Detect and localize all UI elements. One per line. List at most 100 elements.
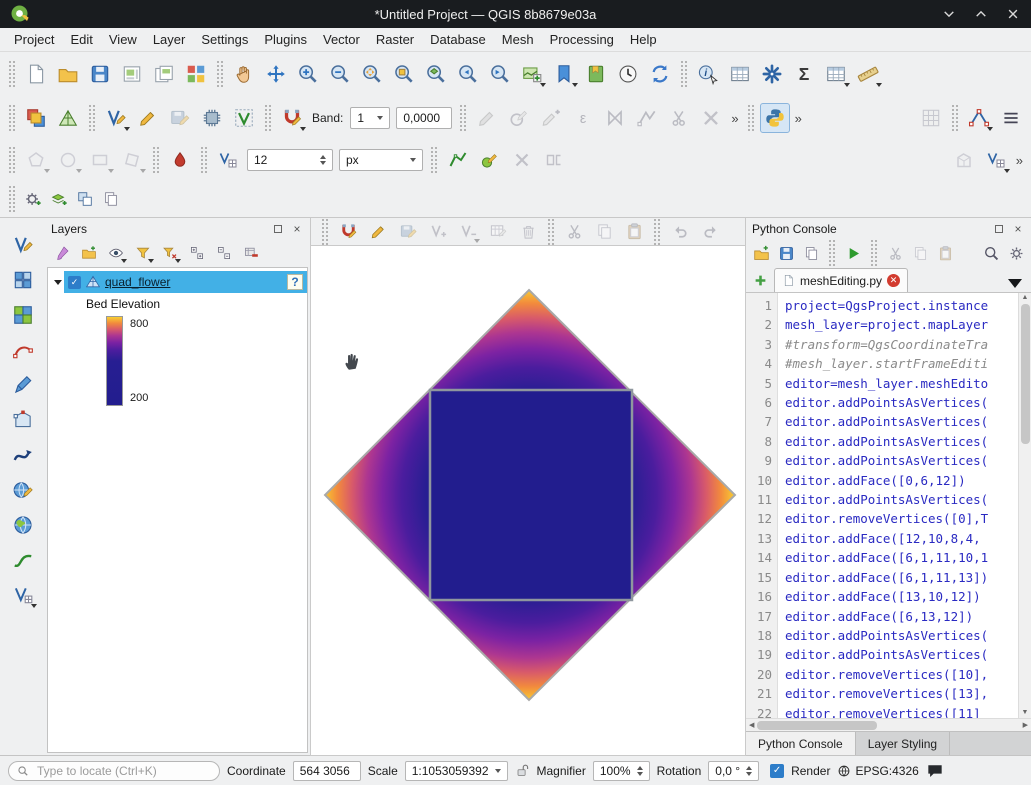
add-polygon-icon[interactable]	[8, 405, 38, 435]
style-manager-icon[interactable]	[181, 59, 211, 89]
code-line[interactable]: editor.addFace([6,1,11,10,1	[785, 548, 1018, 567]
run-script-icon[interactable]	[841, 241, 865, 265]
zoom-last-icon[interactable]	[453, 59, 483, 89]
expander-icon[interactable]	[52, 280, 64, 285]
curve-tool-icon[interactable]	[8, 440, 38, 470]
toolbar-handle[interactable]	[9, 105, 15, 131]
float-panel-button[interactable]	[271, 222, 285, 236]
scrollbar-thumb[interactable]	[757, 721, 877, 730]
tab-menu-icon[interactable]	[1008, 279, 1022, 288]
code-line[interactable]: editor.addPointsAsVertices(	[785, 412, 1018, 431]
digitizing-options-icon[interactable]	[197, 103, 227, 133]
zoom-to-layer-icon[interactable]	[421, 59, 451, 89]
vertex-options-icon[interactable]	[8, 580, 38, 610]
duplicate-layer-icon[interactable]	[73, 187, 97, 211]
layer-indicator-badge[interactable]: ?	[287, 274, 303, 290]
python-console-icon[interactable]	[760, 103, 790, 133]
add-mesh-layer-icon[interactable]	[53, 103, 83, 133]
crs-indicator[interactable]: EPSG:4326	[837, 764, 918, 778]
new-project-icon[interactable]	[21, 59, 51, 89]
open-attribute-table-icon[interactable]	[725, 59, 755, 89]
layer-name[interactable]: quad_flower	[105, 275, 170, 289]
toolbar-handle[interactable]	[548, 219, 554, 245]
scroll-left-icon[interactable]: ◀	[746, 721, 757, 729]
unit-combo[interactable]: px	[339, 149, 423, 171]
minimize-button[interactable]	[941, 6, 957, 22]
horizontal-scrollbar[interactable]: ◀ ▶	[746, 718, 1031, 731]
toolbar-handle[interactable]	[829, 240, 835, 266]
code-line[interactable]: editor.addPointsAsVertices(	[785, 393, 1018, 412]
editor-tab[interactable]: meshEditing.py ✕	[774, 268, 908, 292]
code-line[interactable]: editor.addPointsAsVertices(	[785, 451, 1018, 470]
code-line[interactable]: #mesh_layer.startFrameEditi	[785, 354, 1018, 373]
temporal-controller-icon[interactable]	[613, 59, 643, 89]
code-line[interactable]: editor.removeVertices([13],	[785, 684, 1018, 703]
digitize-mesh-icon[interactable]	[8, 300, 38, 330]
locate-search[interactable]	[8, 761, 220, 781]
dock-tab-layer-styling[interactable]: Layer Styling	[856, 732, 950, 755]
save-project-icon[interactable]	[85, 59, 115, 89]
menu-help[interactable]: Help	[622, 30, 665, 49]
manage-map-themes-icon[interactable]	[104, 241, 128, 265]
add-group-icon[interactable]	[77, 241, 101, 265]
close-tab-icon[interactable]: ✕	[887, 274, 900, 287]
zoom-in-icon[interactable]	[293, 59, 323, 89]
trace-line-icon[interactable]	[443, 145, 473, 175]
band-combo[interactable]: 1	[350, 107, 390, 129]
open-layer-styling-icon[interactable]	[50, 241, 74, 265]
processing-toolbox-icon[interactable]	[757, 59, 787, 89]
code-line[interactable]: editor.addPointsAsVertices(	[785, 432, 1018, 451]
float-panel-button[interactable]	[992, 222, 1006, 236]
code-line[interactable]: editor.addFace([6,1,11,13])	[785, 568, 1018, 587]
data-source-manager-icon[interactable]	[21, 103, 51, 133]
add-line-icon[interactable]	[8, 370, 38, 400]
data-table-options-icon[interactable]	[821, 59, 851, 89]
scroll-up-icon[interactable]: ▲	[1022, 293, 1029, 303]
toolbar-handle[interactable]	[201, 147, 207, 173]
locate-input[interactable]	[35, 763, 211, 779]
zoom-out-icon[interactable]	[325, 59, 355, 89]
code-line[interactable]: mesh_layer=project.mapLayer	[785, 315, 1018, 334]
filter-by-expression-icon[interactable]	[158, 241, 182, 265]
layer-visibility-checkbox[interactable]	[68, 276, 81, 289]
toolbar-menu-icon[interactable]	[996, 103, 1026, 133]
pan-to-selection-icon[interactable]	[261, 59, 291, 89]
vertex-editor-icon[interactable]	[981, 145, 1011, 175]
close-button[interactable]	[1005, 6, 1021, 22]
statistical-summary-icon[interactable]: Σ	[789, 59, 819, 89]
new-editor-tab-button[interactable]	[749, 269, 771, 291]
circular-string-tool-icon[interactable]	[8, 335, 38, 365]
code-line[interactable]: editor.addFace([12,10,8,4,	[785, 529, 1018, 548]
zoom-full-icon[interactable]	[357, 59, 387, 89]
magnifier-lock-icon[interactable]	[515, 763, 530, 778]
menu-mesh[interactable]: Mesh	[494, 30, 542, 49]
layer-row[interactable]: quad_flower ?	[48, 271, 307, 293]
code-line[interactable]: #transform=QgsCoordinateTra	[785, 335, 1018, 354]
digitize-with-magnet-icon[interactable]	[335, 219, 361, 245]
scroll-down-icon[interactable]: ▼	[1022, 708, 1029, 718]
find-text-icon[interactable]	[979, 241, 1003, 265]
scale-combo[interactable]: 1:1053059392	[405, 761, 508, 781]
magnifier-spin[interactable]: 100%	[593, 761, 650, 781]
toolbar-handle[interactable]	[952, 105, 958, 131]
offset-curve-icon[interactable]	[165, 145, 195, 175]
reindex-mesh-icon[interactable]	[229, 103, 259, 133]
close-panel-button[interactable]: ×	[290, 222, 304, 236]
code-line[interactable]: editor.addFace([13,10,12])	[785, 587, 1018, 606]
select-by-radius-icon[interactable]	[213, 145, 243, 175]
code-line[interactable]: editor.addPointsAsVertices(	[785, 626, 1018, 645]
expand-all-icon[interactable]	[185, 241, 209, 265]
code-line[interactable]: editor.addPointsAsVertices(	[785, 645, 1018, 664]
show-bookmarks-icon[interactable]	[581, 59, 611, 89]
zoom-next-icon[interactable]	[485, 59, 515, 89]
toolbar-handle[interactable]	[748, 105, 754, 131]
map-canvas[interactable]	[311, 246, 745, 755]
code-line[interactable]: editor.addPointsAsVertices(	[785, 490, 1018, 509]
toolbar-handle[interactable]	[681, 61, 687, 87]
code-editor[interactable]: 12345678910111213141516171819202122 proj…	[746, 292, 1031, 718]
menu-settings[interactable]: Settings	[193, 30, 256, 49]
code-line[interactable]: editor.addFace([0,6,12])	[785, 471, 1018, 490]
new-print-layout-icon[interactable]	[117, 59, 147, 89]
radius-spin[interactable]: 12	[247, 149, 333, 171]
show-layout-manager-icon[interactable]	[149, 59, 179, 89]
